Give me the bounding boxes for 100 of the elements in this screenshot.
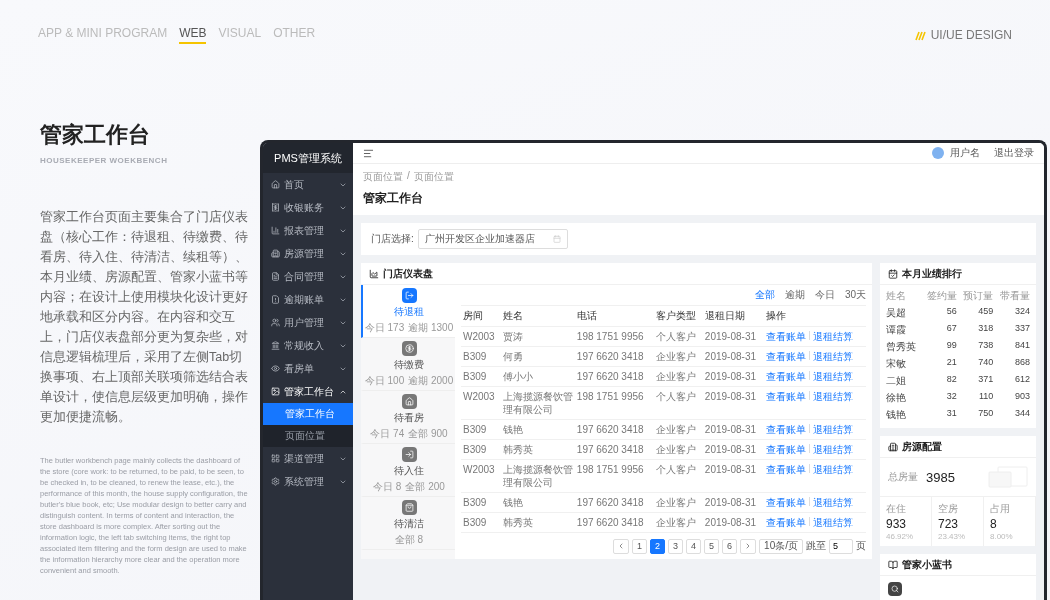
column-header: 姓名 bbox=[500, 305, 575, 327]
action-link[interactable]: 退租结算 bbox=[813, 444, 854, 455]
action-link[interactable]: 退租结算 bbox=[813, 424, 854, 435]
table-cell-text: 82 bbox=[945, 374, 957, 386]
action-link[interactable]: 查看账单 bbox=[766, 371, 807, 382]
submenu-item[interactable]: 页面位置 bbox=[263, 425, 353, 447]
sidebar-item[interactable]: 渠道管理 bbox=[263, 447, 353, 470]
page-size-select[interactable]: 10条/页 bbox=[759, 538, 803, 554]
table-cell: B309 bbox=[461, 366, 501, 387]
user-name: 用户名 bbox=[950, 146, 980, 160]
column-header: 客户类型 bbox=[653, 305, 703, 327]
dashboard-tab[interactable]: 待缴费 今日 100 逾期 2000 bbox=[361, 338, 455, 391]
coin-icon bbox=[401, 340, 417, 356]
menu-icon[interactable] bbox=[363, 147, 374, 159]
dashboard-tab[interactable]: 待看房 今日 74 全部 900 bbox=[361, 391, 455, 444]
total-label: 总房量 bbox=[888, 470, 918, 484]
action-link[interactable]: 查看账单 bbox=[766, 517, 807, 528]
page-button[interactable]: 3 bbox=[668, 538, 684, 554]
column-header: 房间 bbox=[461, 305, 501, 327]
sidebar-item[interactable]: 房源管理 bbox=[263, 242, 353, 265]
table-cell-text: 钱艳 bbox=[886, 408, 907, 422]
action-link[interactable]: 退租结算 bbox=[813, 497, 854, 508]
filter-link[interactable]: 逾期 bbox=[784, 288, 805, 302]
total-value: 3985 bbox=[926, 469, 955, 485]
breadcrumb-separator: / bbox=[407, 170, 410, 183]
action-link[interactable]: 查看账单 bbox=[766, 424, 807, 435]
action-link[interactable]: 查看账单 bbox=[766, 464, 807, 475]
page-button[interactable]: 6 bbox=[722, 538, 738, 554]
sidebar-item[interactable]: 首页 bbox=[263, 173, 353, 196]
filter-link[interactable]: 全部 bbox=[754, 288, 775, 302]
table-cell-text: 344 bbox=[1013, 408, 1030, 420]
table-cell: 197 6620 3418 bbox=[574, 419, 654, 440]
filter-link[interactable]: 今日 bbox=[814, 288, 835, 302]
table-cell-text: 吴超 bbox=[886, 306, 907, 320]
action-link[interactable]: 退租结算 bbox=[813, 391, 854, 402]
page-button[interactable]: 1 bbox=[632, 538, 648, 554]
table-cell: 2019-08-31 bbox=[702, 492, 765, 513]
filter-link[interactable]: 30天 bbox=[844, 288, 866, 302]
table-cell-text: 903 bbox=[1013, 391, 1030, 403]
sidebar-item[interactable]: 收银账务 bbox=[263, 196, 353, 219]
sidebar-item[interactable]: 管家工作台 bbox=[263, 380, 353, 403]
table-cell: 197 6620 3418 bbox=[574, 366, 654, 387]
page-button[interactable]: 4 bbox=[686, 538, 702, 554]
table-cell: 198 1751 9956 bbox=[574, 386, 654, 420]
table-cell: 197 6620 3418 bbox=[574, 512, 654, 533]
action-link[interactable]: 退租结算 bbox=[813, 517, 854, 528]
house-icon bbox=[401, 393, 417, 409]
sidebar-item[interactable]: 逾期账单 bbox=[263, 288, 353, 311]
store-select[interactable]: 广州开发区企业加速器店 bbox=[417, 229, 568, 249]
dashboard-tab[interactable]: 待退租 今日 173 逾期 1300 bbox=[361, 285, 455, 338]
dashboard-tab[interactable]: 待清洁 全部 8 bbox=[361, 497, 455, 550]
table-cell: 197 6620 3418 bbox=[574, 492, 654, 513]
eye-icon bbox=[271, 364, 280, 373]
column-header: 带看量 bbox=[999, 289, 1030, 303]
table-cell-text: 99 bbox=[945, 340, 957, 352]
sidebar-item[interactable]: 用户管理 bbox=[263, 311, 353, 334]
page-button[interactable]: 2 bbox=[650, 538, 666, 554]
action-link[interactable]: 查看账单 bbox=[766, 331, 807, 342]
sidebar-item[interactable]: 常规收入 bbox=[263, 334, 353, 357]
table-cell: 个人客户 bbox=[653, 326, 703, 347]
sidebar-item[interactable]: 系统管理 bbox=[263, 470, 353, 493]
chart-icon bbox=[369, 268, 379, 279]
house-icon bbox=[271, 180, 280, 189]
table-cell: 贾涛 bbox=[500, 326, 575, 347]
page-subheading: HOUSEKEEPER WOEKBENCH bbox=[40, 156, 169, 165]
enter-icon bbox=[401, 446, 417, 462]
logout-link[interactable]: 退出登录 bbox=[994, 146, 1034, 160]
search-icon[interactable] bbox=[888, 582, 902, 596]
table-cell-text: 宋敏 bbox=[886, 357, 907, 371]
action-link[interactable]: 查看账单 bbox=[766, 391, 807, 402]
settings-icon bbox=[271, 477, 280, 486]
action-link[interactable]: 退租结算 bbox=[813, 464, 854, 475]
submenu-item[interactable]: 管家工作台 bbox=[263, 403, 353, 425]
users-icon bbox=[271, 318, 280, 327]
table-cell: 韩秀英 bbox=[500, 439, 575, 460]
action-link[interactable]: 查看账单 bbox=[766, 497, 807, 508]
table-cell-text: 459 bbox=[977, 306, 994, 318]
column-header: 操作 bbox=[764, 305, 866, 327]
page-button[interactable]: 5 bbox=[704, 538, 720, 554]
calendar-check-icon bbox=[888, 268, 898, 279]
stat-percent: 46.92% bbox=[886, 532, 915, 541]
card-title: 门店仪表盘 bbox=[383, 266, 433, 281]
bar-chart-icon bbox=[271, 226, 280, 235]
action-link[interactable]: 退租结算 bbox=[813, 331, 854, 342]
page-input[interactable]: 5 bbox=[829, 538, 853, 554]
action-link[interactable]: 查看账单 bbox=[766, 351, 807, 362]
column-header: 电话 bbox=[574, 305, 654, 327]
action-link[interactable]: 查看账单 bbox=[766, 444, 807, 455]
sidebar-item[interactable]: 看房单 bbox=[263, 357, 353, 380]
nav-link[interactable]: WEB bbox=[179, 26, 207, 44]
page-suffix: 页 bbox=[856, 539, 866, 553]
table-cell: 企业客户 bbox=[653, 512, 703, 533]
action-link[interactable]: 退租结算 bbox=[813, 371, 854, 382]
sidebar-item[interactable]: 合同管理 bbox=[263, 265, 353, 288]
action-link[interactable]: 退租结算 bbox=[813, 351, 854, 362]
card-title: 管家小蓝书 bbox=[902, 557, 952, 572]
dashboard-tab[interactable]: 待入住 今日 8 全部 200 bbox=[361, 444, 455, 497]
sidebar-item[interactable]: 报表管理 bbox=[263, 219, 353, 242]
table-cell-text: 32 bbox=[945, 391, 957, 403]
bag-icon bbox=[401, 499, 417, 515]
